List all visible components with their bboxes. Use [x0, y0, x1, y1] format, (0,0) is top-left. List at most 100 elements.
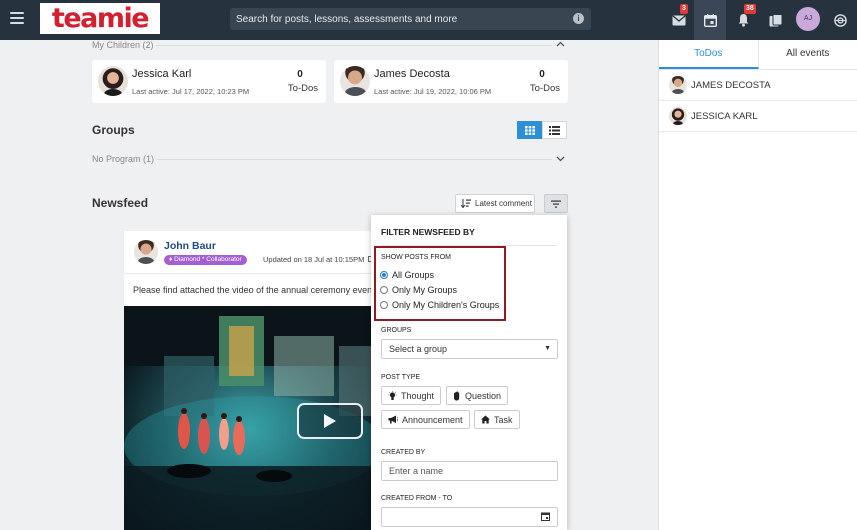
messages-badge: 3: [680, 4, 688, 14]
person-row-jessica[interactable]: JESSICA KARL: [659, 101, 857, 132]
groups-label: GROUPS: [381, 327, 412, 334]
user-avatar[interactable]: AJ: [796, 7, 820, 31]
teamie-logo[interactable]: teamie: [40, 3, 160, 34]
post-type-thought-button[interactable]: Thought: [381, 386, 442, 405]
post-text: Please find attached the video of the an…: [133, 285, 375, 295]
filter-newsfeed-panel: FILTER NEWSFEED BY SHOW POSTS FROM All G…: [371, 215, 567, 530]
calendar-icon: [703, 13, 717, 27]
sort-icon: [461, 199, 471, 208]
filter-icon: [551, 200, 561, 208]
child-card-james[interactable]: James Decosta Last active: Jul 19, 2022,…: [334, 60, 568, 103]
info-icon[interactable]: i: [573, 13, 584, 24]
mail-icon: [672, 15, 686, 25]
radio-label: Only My Groups: [392, 285, 458, 295]
radio-button[interactable]: [380, 271, 388, 279]
list-view-button[interactable]: [542, 121, 567, 139]
section-divider: [156, 45, 552, 46]
tab-todos[interactable]: ToDos: [659, 40, 759, 69]
calendar-small-icon[interactable]: [541, 512, 550, 521]
calendar-button[interactable]: [694, 0, 726, 40]
right-panel: ToDos All events JAMES DECOSTA JESSICA K…: [658, 40, 857, 530]
post-type-label: Thought: [401, 390, 435, 401]
post-type-task-button[interactable]: Task: [474, 410, 520, 429]
child-name: James Decosta: [374, 68, 450, 80]
post-type-label: Question: [465, 390, 502, 401]
sort-label: Latest comment: [475, 199, 532, 208]
show-posts-label: SHOW POSTS FROM: [381, 254, 451, 261]
todo-label: To-Dos: [287, 83, 318, 94]
post-author[interactable]: John Baur: [164, 240, 216, 252]
groups-title: Groups: [92, 123, 135, 137]
author-avatar[interactable]: [134, 240, 158, 264]
radio-all-groups[interactable]: All Groups: [380, 270, 434, 280]
post-type-label: Announcement: [402, 414, 463, 425]
group-select[interactable]: Select a group ▼: [381, 339, 558, 359]
house-icon: [481, 415, 490, 424]
radio-label: All Groups: [392, 270, 435, 280]
radio-button[interactable]: [380, 301, 388, 309]
child-avatar: [98, 66, 128, 96]
top-navigation-bar: teamie i 3 38 AJ: [0, 0, 857, 40]
child-last-active: Last active: Jul 17, 2022, 10:23 PM: [132, 87, 250, 96]
date-range-input[interactable]: [381, 507, 558, 527]
group-select-value: Select a group: [389, 344, 448, 354]
child-avatar: [340, 66, 370, 96]
chevron-down-icon[interactable]: [556, 154, 565, 164]
todo-count: 0: [297, 69, 303, 80]
child-card-jessica[interactable]: Jessica Karl Last active: Jul 17, 2022, …: [92, 60, 326, 103]
filter-title: FILTER NEWSFEED BY: [381, 227, 475, 237]
grid-view-icon: [524, 125, 535, 135]
search-input[interactable]: [236, 8, 566, 30]
post-type-question-button[interactable]: Question: [446, 386, 509, 405]
person-avatar: [669, 107, 687, 125]
author-badge: ♦ Diamond * Collaborator: [164, 255, 247, 265]
tab-all-events[interactable]: All events: [759, 40, 857, 69]
radio-only-my-groups[interactable]: Only My Groups: [380, 285, 457, 295]
search-bar: i: [230, 8, 591, 30]
post-type-announcement-button[interactable]: Announcement: [381, 410, 470, 429]
book-icon: [769, 13, 783, 26]
messages-button[interactable]: 3: [663, 0, 695, 40]
updated-text: Updated on 18 Jul at 10:15PM: [263, 255, 365, 264]
radio-label: Only My Children's Groups: [392, 300, 500, 310]
created-by-label: CREATED BY: [381, 449, 426, 456]
grid-view-button[interactable]: [517, 121, 542, 139]
chevron-down-icon: ▼: [544, 345, 551, 352]
play-icon: [324, 414, 336, 428]
radio-only-childrens-groups[interactable]: Only My Children's Groups: [380, 300, 499, 310]
right-panel-tabs: ToDos All events: [659, 40, 857, 70]
sort-button[interactable]: Latest comment: [455, 194, 535, 213]
newsfeed-title: Newsfeed: [92, 196, 149, 210]
child-name: Jessica Karl: [132, 68, 192, 80]
post-type-label: Task: [494, 414, 513, 425]
notifications-button[interactable]: 38: [727, 0, 759, 40]
list-view-icon: [549, 125, 560, 135]
chevron-up-icon[interactable]: [556, 39, 565, 49]
no-program-label: No Program (1): [92, 154, 155, 164]
todo-label: To-Dos: [529, 83, 560, 94]
megaphone-icon: [388, 415, 398, 424]
language-button[interactable]: [824, 0, 856, 40]
bell-icon: [738, 14, 748, 27]
view-toggle: [517, 121, 567, 139]
my-children-label: My Children (2): [92, 40, 154, 50]
library-button[interactable]: [760, 0, 792, 40]
globe-icon: [833, 13, 847, 27]
menu-icon[interactable]: [10, 12, 24, 26]
notifications-badge: 38: [744, 4, 756, 14]
section-divider: [157, 159, 552, 160]
post-video[interactable]: [124, 306, 374, 530]
filter-button[interactable]: [544, 194, 568, 213]
todo-count: 0: [539, 69, 545, 80]
hand-icon: [454, 391, 460, 400]
radio-button[interactable]: [380, 286, 388, 294]
person-avatar: [669, 76, 687, 94]
created-from-to-label: CREATED FROM - TO: [381, 495, 453, 502]
created-by-input[interactable]: [381, 461, 558, 481]
play-button[interactable]: [297, 403, 363, 439]
person-row-james[interactable]: JAMES DECOSTA: [659, 70, 857, 101]
person-name: JESSICA KARL: [691, 110, 758, 122]
post-divider: [124, 273, 374, 274]
child-last-active: Last active: Jul 19, 2022, 10:06 PM: [374, 87, 492, 96]
lightbulb-icon: [388, 390, 397, 400]
